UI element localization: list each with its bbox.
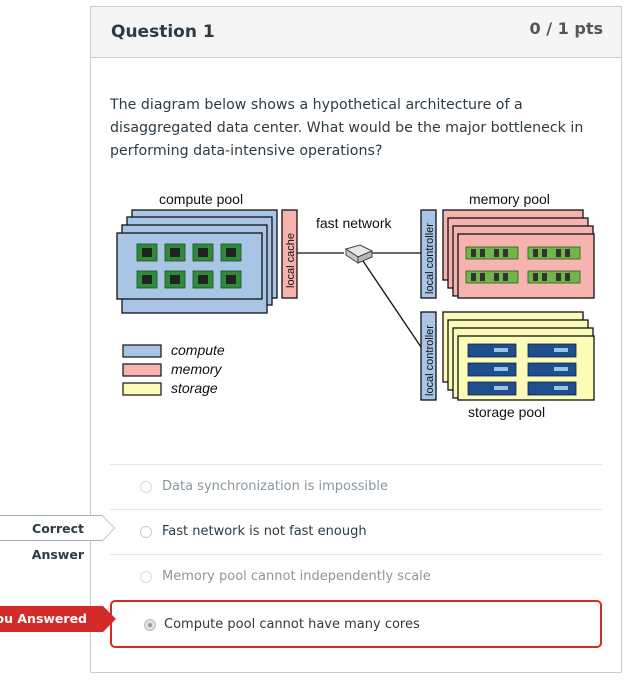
storage-pool-label: storage pool [468, 404, 545, 420]
radio-button[interactable] [140, 571, 152, 583]
radio-button[interactable] [140, 481, 152, 493]
legend-storage: storage [171, 380, 218, 396]
answer-option[interactable]: Data synchronization is impossible [110, 464, 602, 509]
answer-option[interactable]: Memory pool cannot independently scale [110, 554, 602, 599]
answer-list: Data synchronization is impossible Fast … [110, 464, 602, 648]
correct-answer-tag: Correct Answer [0, 515, 115, 562]
question-title: Question 1 [111, 22, 215, 42]
network-label: fast network [316, 215, 392, 231]
svg-text:local controller: local controller [424, 223, 436, 294]
radio-button-selected[interactable] [144, 619, 156, 631]
answer-option-selected[interactable]: Compute pool cannot have many cores [110, 600, 602, 648]
memory-pool-label: memory pool [469, 191, 550, 207]
radio-button[interactable] [140, 526, 152, 538]
legend: compute memory storage [122, 342, 225, 396]
legend-memory: memory [171, 361, 223, 377]
question-header: Question 1 0 / 1 pts [91, 7, 621, 58]
question-text: The diagram below shows a hypothetical a… [110, 97, 584, 159]
answer-label: Fast network is not fast enough [162, 524, 367, 539]
answer-label: Data synchronization is impossible [162, 479, 388, 494]
network-switch-icon [344, 244, 374, 264]
compute-pool [116, 209, 278, 314]
question-points: 0 / 1 pts [529, 19, 603, 38]
legend-compute: compute [171, 342, 225, 358]
answer-label: Memory pool cannot independently scale [162, 569, 431, 584]
svg-text:local controller: local controller [424, 325, 436, 396]
answer-label: Compute pool cannot have many cores [164, 617, 420, 632]
compute-pool-label: compute pool [159, 191, 243, 207]
answer-option-correct[interactable]: Fast network is not fast enough [110, 509, 602, 554]
local-cache-label: local cache [285, 233, 297, 288]
architecture-diagram: compute pool local cache fast network me… [116, 191, 595, 420]
you-answered-tag: You Answered [0, 606, 116, 632]
